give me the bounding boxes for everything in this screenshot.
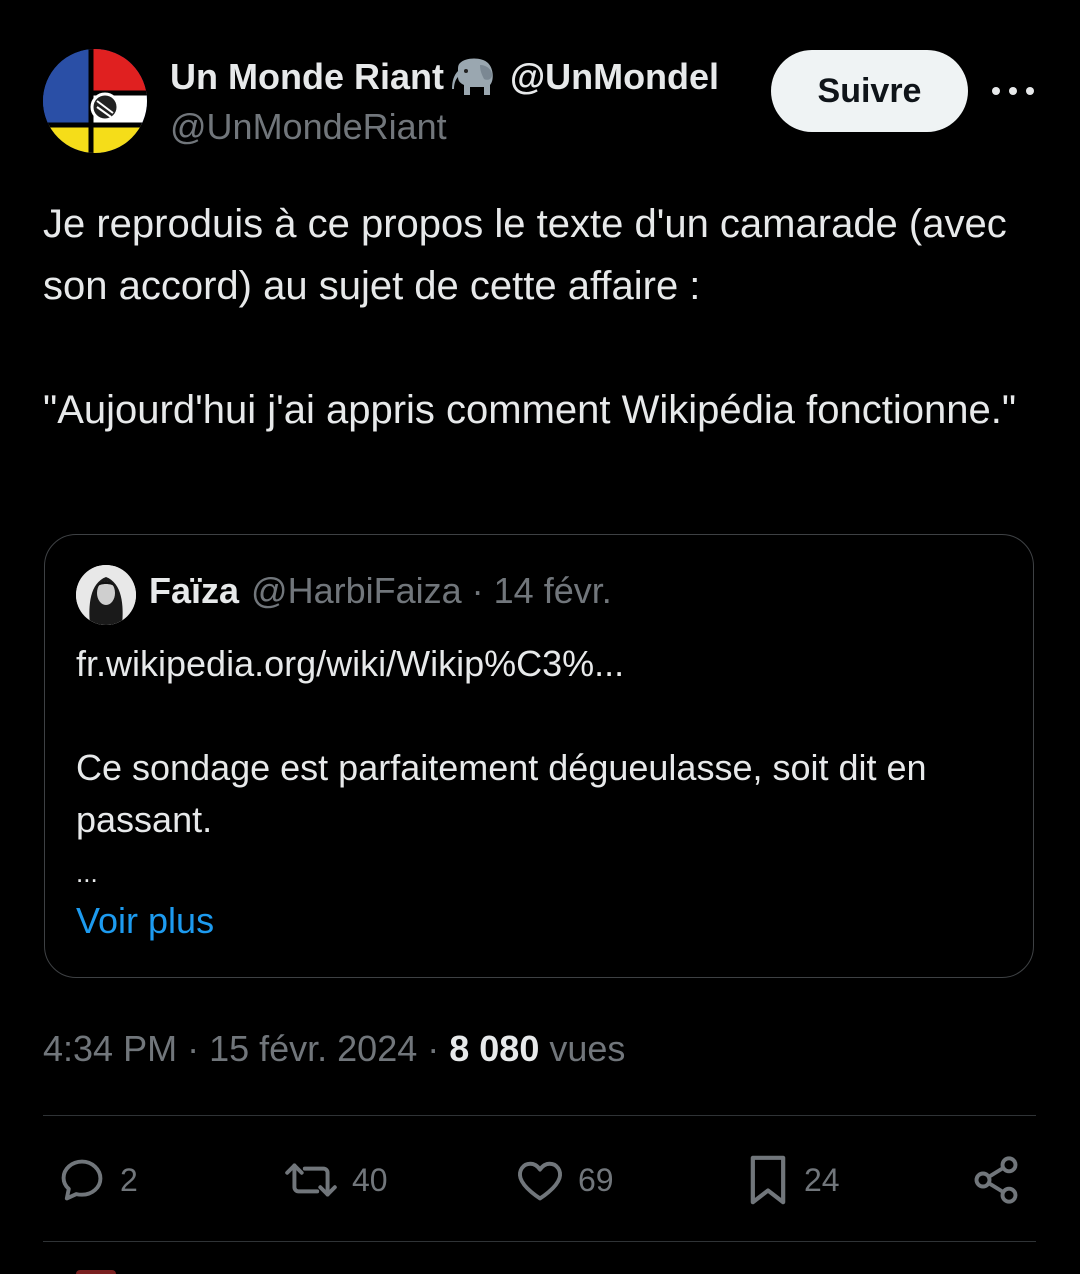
more-options-icon[interactable] [992,76,1034,106]
more-dot [1009,87,1017,95]
divider [43,1115,1036,1116]
tweet-date[interactable]: 15 févr. 2024 [209,1028,417,1070]
quote-link[interactable]: fr.wikipedia.org/wiki/Wikip%C3%... [76,643,624,685]
author-name-suffix[interactable]: @UnMondel [510,56,719,98]
more-dot [992,87,1000,95]
quote-author-handle[interactable]: @HarbiFaiza [251,570,462,612]
elephant-icon [451,57,500,97]
quote-ellipsis: ... [76,858,98,888]
repost-icon [285,1163,337,1197]
meta-separator: · [427,1028,440,1069]
author-handle[interactable]: @UnMondeRiant [170,106,447,148]
heart-icon [518,1161,562,1201]
bookmark-count: 24 [804,1161,840,1198]
author-avatar[interactable] [43,49,147,153]
bookmark-icon [750,1155,786,1205]
like-button[interactable]: 69 [514,1152,614,1208]
reply-icon [61,1159,103,1201]
show-more-link[interactable]: Voir plus [76,900,214,942]
author-display-name[interactable]: Un Monde Riant [170,56,444,98]
tweet-text: Je reproduis à ce propos le texte d'un c… [43,202,1017,432]
repost-count: 40 [352,1161,388,1198]
tweet-meta: 4:34 PM · 15 févr. 2024 · 8 080 vues [43,1026,625,1072]
quote-text: Ce sondage est parfaitement dégueulasse,… [76,747,927,840]
bookmark-button[interactable]: 24 [744,1152,840,1208]
reply-count: 2 [120,1161,138,1198]
meta-separator: · [187,1028,200,1069]
reply-button[interactable]: 2 [56,1152,138,1208]
quote-header: Faïza @HarbiFaiza · 14 févr. [149,568,612,614]
share-button[interactable] [970,1152,1022,1208]
share-icon [974,1156,1018,1204]
like-count: 69 [578,1161,614,1198]
repost-button[interactable]: 40 [282,1152,388,1208]
quote-separator: · [471,570,484,611]
follow-button[interactable]: Suivre [771,50,968,132]
quote-author-name[interactable]: Faïza [149,570,239,612]
quote-date[interactable]: 14 févr. [494,570,612,612]
next-tweet-avatar[interactable] [76,1270,116,1274]
more-dot [1026,87,1034,95]
tweet-time[interactable]: 4:34 PM [43,1028,177,1070]
views-count: 8 080 [449,1028,540,1069]
quote-author-avatar [76,565,136,625]
author-name-row[interactable]: Un Monde Riant @UnMondel [170,54,719,100]
divider [43,1241,1036,1242]
views-label: vues [549,1028,626,1069]
